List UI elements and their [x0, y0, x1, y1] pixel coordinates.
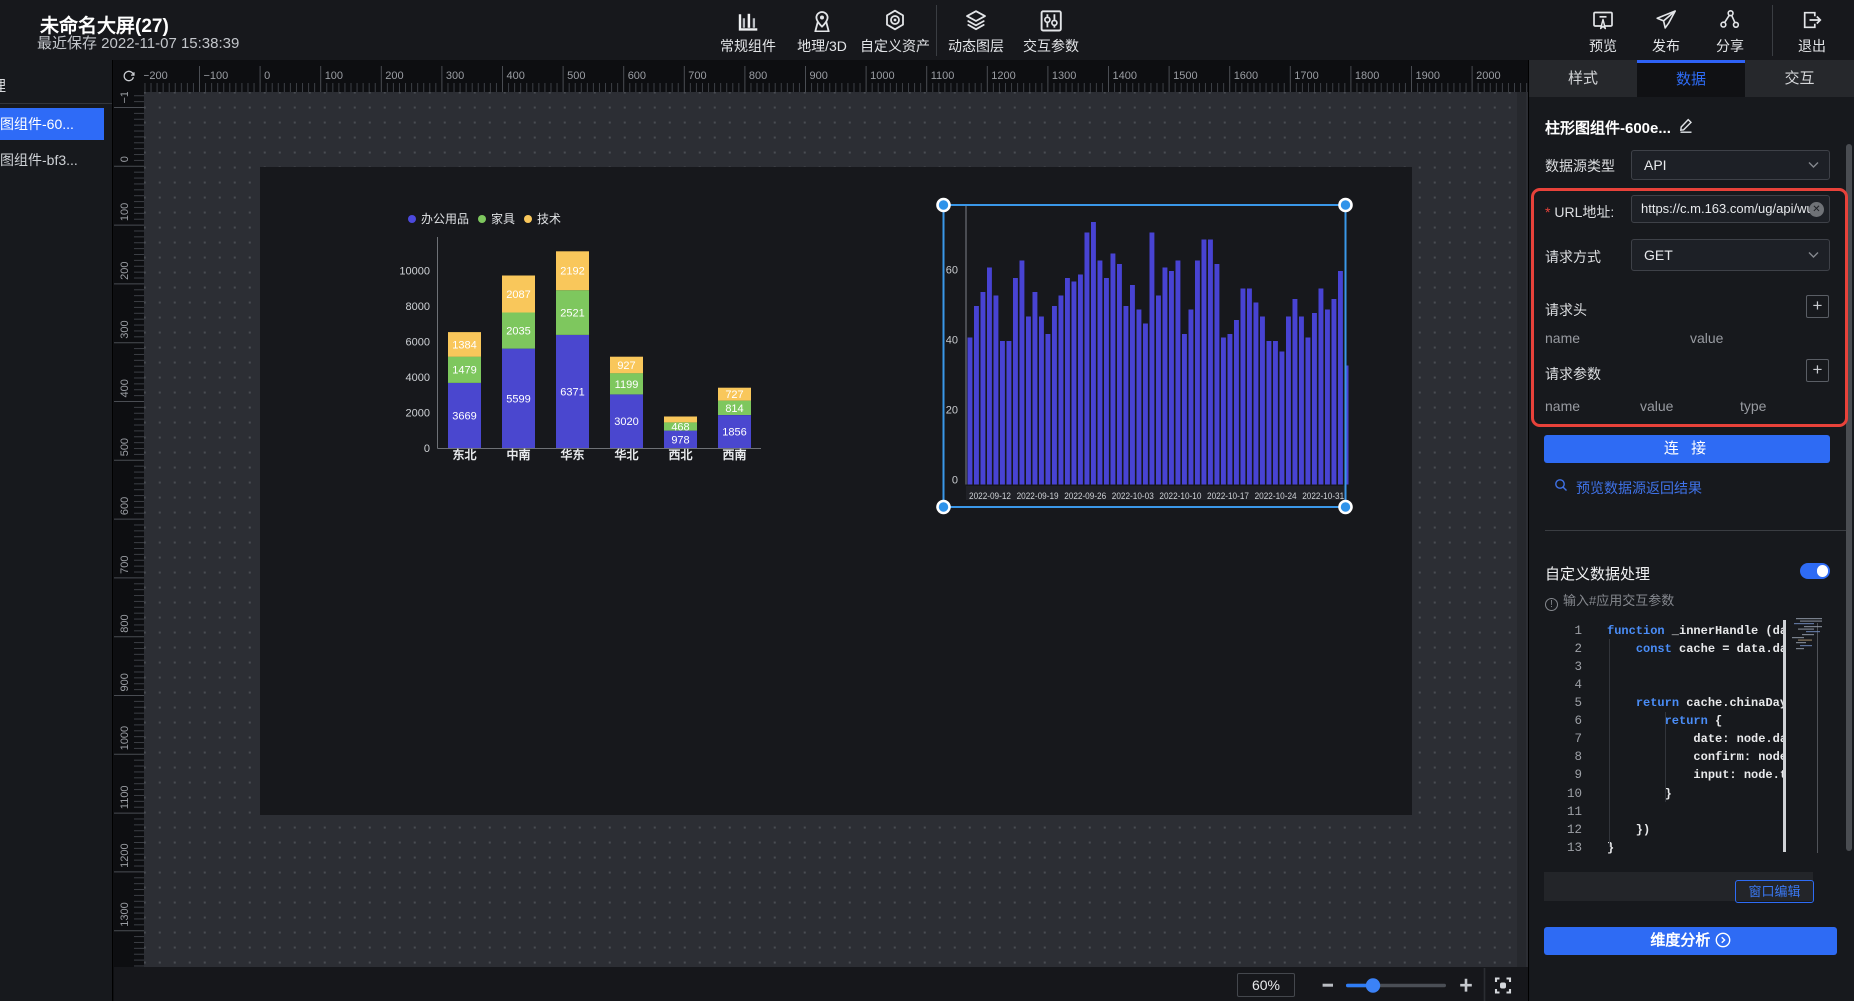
svg-text:2022-09-26: 2022-09-26 [1064, 491, 1106, 502]
svg-text:2022-09-19: 2022-09-19 [1017, 491, 1059, 502]
svg-text:西北: 西北 [668, 447, 692, 462]
svg-text:1800: 1800 [1355, 70, 1379, 82]
svg-text:1000: 1000 [870, 70, 894, 82]
svg-text:2087: 2087 [506, 289, 530, 301]
svg-text:2521: 2521 [560, 308, 584, 320]
svg-text:2022-10-03: 2022-10-03 [1112, 491, 1154, 502]
svg-text:700: 700 [119, 556, 131, 574]
svg-text:400: 400 [119, 379, 131, 397]
svg-text:1100: 1100 [931, 70, 955, 82]
svg-text:1200: 1200 [991, 70, 1015, 82]
svg-text:2035: 2035 [506, 326, 530, 338]
svg-text:−200: −200 [144, 70, 168, 82]
svg-text:家具: 家具 [491, 211, 515, 226]
svg-text:400: 400 [507, 70, 525, 82]
svg-text:1700: 1700 [1294, 70, 1318, 82]
svg-text:0: 0 [424, 443, 430, 455]
svg-text:8000: 8000 [406, 301, 430, 313]
svg-text:800: 800 [119, 614, 131, 632]
svg-text:4000: 4000 [406, 372, 430, 384]
svg-text:1900: 1900 [1416, 70, 1440, 82]
svg-text:中南: 中南 [506, 447, 530, 462]
svg-text:1500: 1500 [1173, 70, 1197, 82]
svg-text:900: 900 [810, 70, 828, 82]
svg-text:1300: 1300 [119, 902, 131, 926]
svg-text:900: 900 [119, 673, 131, 691]
svg-text:500: 500 [567, 70, 585, 82]
svg-text:2022-10-24: 2022-10-24 [1255, 491, 1297, 502]
svg-text:60: 60 [946, 265, 958, 277]
svg-text:1384: 1384 [452, 339, 476, 351]
svg-text:1400: 1400 [1113, 70, 1137, 82]
svg-text:2022-09-12: 2022-09-12 [969, 491, 1011, 502]
svg-text:927: 927 [617, 360, 635, 372]
svg-text:2192: 2192 [560, 266, 584, 278]
svg-text:200: 200 [385, 70, 403, 82]
svg-text:0: 0 [952, 475, 958, 487]
svg-text:300: 300 [446, 70, 464, 82]
svg-text:100: 100 [119, 203, 131, 221]
svg-text:2000: 2000 [1476, 70, 1500, 82]
svg-text:0: 0 [264, 70, 270, 82]
svg-text:2022-10-31: 2022-10-31 [1302, 491, 1344, 502]
svg-text:1200: 1200 [119, 843, 131, 867]
svg-text:727: 727 [725, 389, 743, 401]
svg-text:5599: 5599 [506, 393, 530, 405]
svg-text:技术: 技术 [537, 212, 561, 226]
svg-text:700: 700 [688, 70, 706, 82]
svg-text:468: 468 [671, 422, 689, 434]
svg-text:西南: 西南 [722, 447, 746, 462]
svg-text:200: 200 [119, 262, 131, 280]
svg-text:3020: 3020 [614, 416, 638, 428]
svg-text:6000: 6000 [406, 337, 430, 349]
svg-text:6371: 6371 [560, 387, 584, 399]
svg-text:1000: 1000 [119, 726, 131, 750]
svg-text:300: 300 [119, 320, 131, 338]
svg-text:0: 0 [119, 156, 131, 162]
svg-text:814: 814 [725, 403, 743, 415]
svg-text:10000: 10000 [399, 266, 430, 278]
svg-text:20: 20 [946, 405, 958, 417]
svg-text:2022-10-17: 2022-10-17 [1207, 491, 1249, 502]
svg-text:978: 978 [671, 434, 689, 446]
svg-text:1479: 1479 [452, 365, 476, 377]
svg-text:100: 100 [325, 70, 343, 82]
svg-text:1300: 1300 [1052, 70, 1076, 82]
svg-text:1600: 1600 [1234, 70, 1258, 82]
svg-text:1856: 1856 [722, 427, 746, 439]
svg-text:−100: −100 [204, 70, 229, 82]
svg-text:1199: 1199 [615, 379, 639, 391]
svg-text:东北: 东北 [452, 447, 476, 462]
svg-text:2022-10-10: 2022-10-10 [1159, 491, 1201, 502]
svg-text:3669: 3669 [452, 410, 476, 422]
svg-text:华北: 华北 [614, 447, 638, 462]
svg-text:600: 600 [119, 497, 131, 515]
svg-text:600: 600 [628, 70, 646, 82]
svg-text:华东: 华东 [560, 447, 584, 462]
svg-text:800: 800 [749, 70, 767, 82]
svg-text:1100: 1100 [119, 785, 131, 809]
svg-text:2000: 2000 [406, 408, 430, 420]
svg-text:40: 40 [946, 335, 958, 347]
svg-text:办公用品: 办公用品 [421, 211, 469, 226]
svg-text:500: 500 [119, 438, 131, 456]
svg-text:−1: −1 [119, 92, 131, 104]
